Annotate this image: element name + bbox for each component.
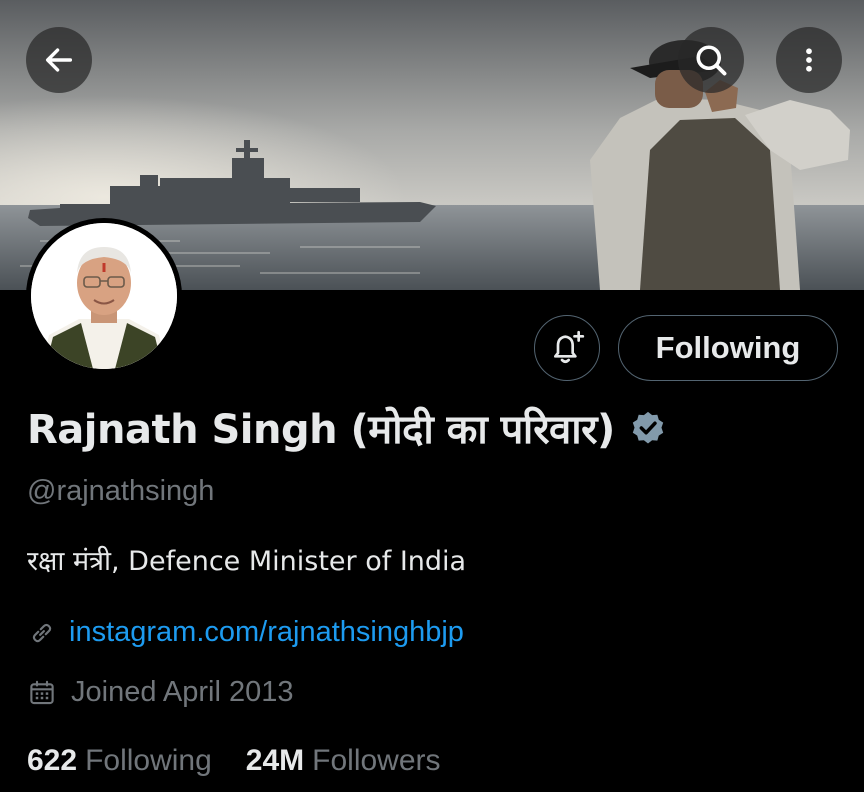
profile-bio: रक्षा मंत्री, Defence Minister of India bbox=[27, 546, 467, 577]
profile-handle: @rajnathsingh bbox=[27, 475, 215, 507]
notifications-button[interactable] bbox=[534, 315, 600, 381]
profile-joined-row: Joined April 2013 bbox=[27, 676, 294, 709]
verified-badge-icon bbox=[632, 411, 664, 444]
profile-stats: 622 Following 24M Followers bbox=[27, 744, 441, 778]
avatar-image bbox=[31, 223, 177, 369]
following-button[interactable]: Following bbox=[618, 315, 838, 381]
profile-screen: Following Rajnath Singh (मोदी का परिवार)… bbox=[0, 0, 864, 792]
arrow-left-icon bbox=[45, 48, 73, 72]
link-icon bbox=[32, 623, 52, 642]
profile-website-row: instagram.com/rajnathsinghbjp bbox=[27, 616, 464, 649]
following-count: 622 bbox=[27, 744, 78, 777]
search-icon bbox=[696, 45, 727, 76]
back-button[interactable] bbox=[26, 27, 92, 93]
calendar-icon bbox=[30, 680, 54, 704]
more-options-button[interactable] bbox=[776, 27, 842, 93]
display-name: Rajnath Singh (मोदी का परिवार) bbox=[27, 407, 615, 453]
verified-badge[interactable] bbox=[629, 409, 667, 447]
followers-count: 24M bbox=[245, 744, 305, 777]
following-stat[interactable]: 622 Following bbox=[27, 744, 212, 778]
profile-joined-date: Joined April 2013 bbox=[71, 676, 294, 708]
bell-plus-icon bbox=[554, 330, 585, 363]
followers-stat[interactable]: 24M Followers bbox=[246, 744, 441, 778]
profile-name-row: Rajnath Singh (मोदी का परिवार) bbox=[27, 400, 667, 455]
profile-avatar[interactable] bbox=[26, 218, 182, 374]
following-label: Following bbox=[85, 744, 212, 777]
followers-label: Followers bbox=[312, 744, 441, 777]
more-vertical-icon bbox=[806, 48, 812, 72]
profile-website-link[interactable]: instagram.com/rajnathsinghbjp bbox=[69, 616, 464, 649]
search-button[interactable] bbox=[678, 27, 744, 93]
